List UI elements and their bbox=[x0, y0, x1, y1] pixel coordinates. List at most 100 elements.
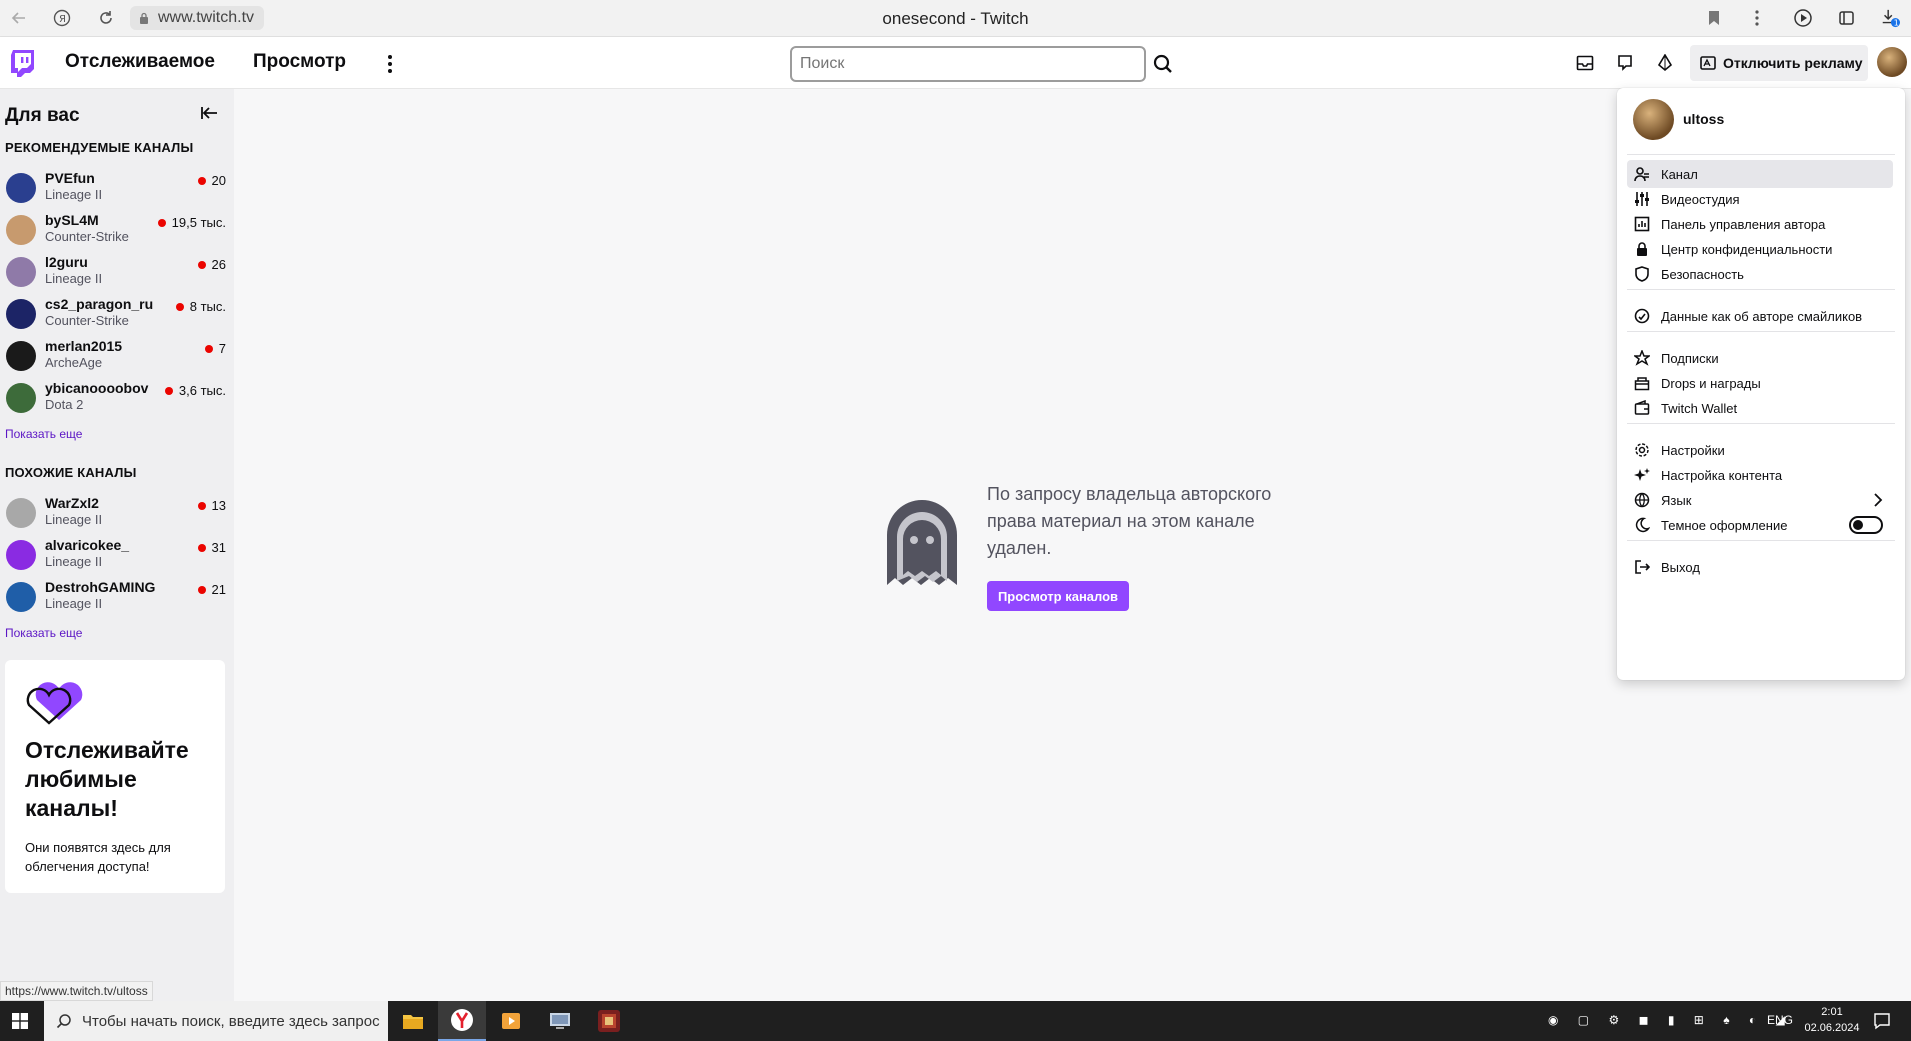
live-dot-icon bbox=[157, 218, 166, 227]
back-icon[interactable] bbox=[9, 8, 29, 28]
address-bar[interactable]: www.twitch.tv bbox=[130, 6, 265, 30]
menu-item-label: Twitch Wallet bbox=[1661, 400, 1738, 416]
collections-icon[interactable] bbox=[1837, 8, 1857, 28]
channel-item[interactable]: ybicanoooobov Dota 2 3,6 тыс. bbox=[0, 377, 234, 419]
media-icon[interactable] bbox=[1793, 8, 1813, 28]
collapse-sidebar-icon[interactable] bbox=[200, 103, 222, 125]
language-indicator[interactable]: ENG bbox=[1767, 1013, 1793, 1027]
ghost-icon bbox=[887, 500, 957, 585]
channel-item[interactable]: PVEfun Lineage II 20 bbox=[0, 167, 234, 209]
svg-text:1: 1 bbox=[1894, 18, 1899, 28]
gift-icon bbox=[1633, 374, 1651, 392]
channel-name: alvaricokee_ bbox=[45, 537, 130, 553]
twitch-top-nav: Отслеживаемое Просмотр Отключить рекламу bbox=[0, 37, 1911, 89]
moon-icon bbox=[1633, 516, 1651, 534]
channel-avatar bbox=[6, 341, 36, 371]
hearts-icon bbox=[26, 682, 83, 725]
disable-ads-label: Отключить рекламу bbox=[1723, 55, 1863, 71]
taskbar-search[interactable]: Чтобы начать поиск, введите здесь запрос bbox=[44, 1001, 388, 1041]
menu-item-label: Данные как об авторе смайликов bbox=[1661, 308, 1863, 324]
channel-item[interactable]: cs2_paragon_ru Counter-Strike 8 тыс. bbox=[0, 293, 234, 335]
menu-item-label: Канал bbox=[1661, 166, 1698, 182]
menu-item[interactable]: Безопасность bbox=[1627, 260, 1893, 288]
dark-mode-toggle[interactable] bbox=[1849, 516, 1883, 534]
menu-item[interactable]: Drops и награды bbox=[1627, 369, 1893, 397]
channel-game: ArcheAge bbox=[45, 355, 103, 370]
viewer-count: 13 bbox=[197, 498, 226, 513]
channel-item[interactable]: alvaricokee_ Lineage II 31 bbox=[0, 534, 234, 576]
tray-icons[interactable]: ◉ ▢ ⚙ ◼ ▮ ⊞ ♠ ◐ ◢ bbox=[1548, 1013, 1793, 1027]
menu-item[interactable]: Подписки bbox=[1627, 344, 1893, 372]
user-menu: ultoss Канал Видеостудия Панель управления… bbox=[1617, 88, 1905, 680]
menu-item[interactable]: Twitch Wallet bbox=[1627, 394, 1893, 422]
browse-channels-button[interactable]: Просмотр каналов bbox=[987, 581, 1129, 611]
globe-icon bbox=[1633, 491, 1651, 509]
channel-item[interactable]: bySL4M Counter-Strike 19,5 тыс. bbox=[0, 209, 234, 251]
bits-icon[interactable] bbox=[1654, 52, 1676, 74]
taskbar: Чтобы начать поиск, введите здесь запрос… bbox=[0, 1001, 1911, 1041]
more-options-icon[interactable] bbox=[387, 54, 393, 74]
viewer-count: 3,6 тыс. bbox=[164, 383, 226, 398]
search-button[interactable] bbox=[1146, 46, 1180, 82]
channel-avatar bbox=[6, 257, 36, 287]
taskbar-clock[interactable]: 2:01 02.06.2024 bbox=[1800, 1004, 1864, 1036]
reload-icon[interactable] bbox=[96, 8, 116, 28]
whispers-icon[interactable] bbox=[1614, 52, 1636, 74]
address-text: www.twitch.tv bbox=[158, 9, 255, 26]
nav-browse[interactable]: Просмотр bbox=[253, 51, 346, 73]
channel-game: Dota 2 bbox=[45, 397, 84, 412]
viewer-count: 7 bbox=[204, 341, 226, 356]
game-app-icon[interactable] bbox=[585, 1001, 633, 1041]
channel-avatar bbox=[6, 582, 36, 612]
show-more-similar[interactable]: Показать еще bbox=[5, 626, 82, 640]
viewer-count: 19,5 тыс. bbox=[157, 215, 226, 230]
dashboard-icon bbox=[1633, 215, 1651, 233]
yandex-icon[interactable]: Я bbox=[52, 8, 72, 28]
yandex-browser-icon[interactable] bbox=[438, 1001, 486, 1041]
menu-item-label: Drops и награды bbox=[1661, 375, 1761, 391]
menu-item[interactable]: Панель управления автора bbox=[1627, 210, 1893, 238]
menu-item[interactable]: Выход bbox=[1627, 553, 1893, 581]
menu-item[interactable]: Видеостудия bbox=[1627, 185, 1893, 213]
viewer-count: 20 bbox=[197, 173, 226, 188]
menu-item[interactable]: Настройки bbox=[1627, 436, 1893, 464]
show-more-recommended[interactable]: Показать еще bbox=[5, 427, 82, 441]
viewer-count: 31 bbox=[197, 540, 226, 555]
menu-item[interactable]: Данные как об авторе смайликов bbox=[1627, 302, 1893, 330]
gear-icon bbox=[1633, 441, 1651, 459]
desktop-app-icon[interactable] bbox=[536, 1001, 584, 1041]
channel-item[interactable]: l2guru Lineage II 26 bbox=[0, 251, 234, 293]
menu-item[interactable]: Центр конфиденциальности bbox=[1627, 235, 1893, 263]
notifications-icon[interactable] bbox=[1873, 1012, 1891, 1030]
menu-item[interactable]: Темное оформление bbox=[1627, 511, 1893, 539]
channel-item[interactable]: WarZxl2 Lineage II 13 bbox=[0, 492, 234, 534]
more-vertical-icon[interactable] bbox=[1747, 8, 1767, 28]
nav-following[interactable]: Отслеживаемое bbox=[65, 51, 215, 73]
menu-item-label: Центр конфиденциальности bbox=[1661, 241, 1833, 257]
menu-username: ultoss bbox=[1683, 111, 1725, 127]
emote-icon bbox=[1633, 307, 1651, 325]
menu-item-label: Панель управления автора bbox=[1661, 216, 1826, 232]
channel-avatar bbox=[6, 215, 36, 245]
search-input[interactable] bbox=[790, 46, 1146, 82]
channel-item[interactable]: DestrohGAMING Lineage II 21 bbox=[0, 576, 234, 618]
channel-game: Lineage II bbox=[45, 512, 103, 527]
channel-item[interactable]: merlan2015 ArcheAge 7 bbox=[0, 335, 234, 377]
disable-ads-button[interactable]: Отключить рекламу bbox=[1690, 45, 1868, 81]
status-url: https://www.twitch.tv/ultoss bbox=[0, 981, 153, 1001]
file-explorer-icon[interactable] bbox=[389, 1001, 437, 1041]
channel-name: PVEfun bbox=[45, 170, 95, 186]
menu-item[interactable]: Язык bbox=[1627, 486, 1893, 514]
bookmark-icon[interactable] bbox=[1704, 8, 1724, 28]
channel-game: Lineage II bbox=[45, 596, 103, 611]
windows-start-icon[interactable] bbox=[0, 1001, 40, 1041]
user-avatar[interactable] bbox=[1877, 47, 1907, 77]
media-player-icon[interactable] bbox=[487, 1001, 535, 1041]
menu-item[interactable]: Канал bbox=[1627, 160, 1893, 188]
inbox-icon[interactable] bbox=[1574, 52, 1596, 74]
twitch-logo-icon[interactable] bbox=[10, 49, 34, 77]
menu-item[interactable]: Настройка контента bbox=[1627, 461, 1893, 489]
menu-divider bbox=[1627, 154, 1895, 155]
downloads-icon[interactable]: 1 bbox=[1880, 8, 1900, 28]
clock-date: 02.06.2024 bbox=[1804, 1022, 1860, 1034]
